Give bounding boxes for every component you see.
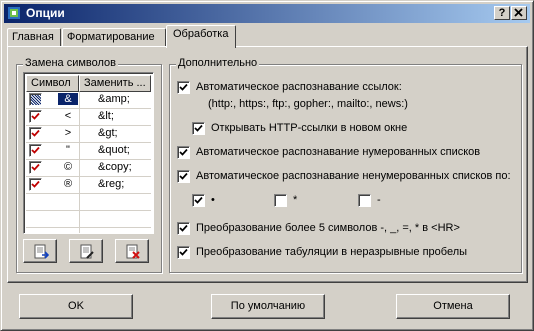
symbol-cell: < [64, 110, 72, 122]
tab-formatting[interactable]: Форматирование [62, 28, 166, 47]
list-item[interactable]: > &gt; [26, 126, 152, 142]
tab-conversion-checkbox[interactable] [177, 246, 190, 259]
hr-conversion-label: Преобразование более 5 символов -, _, =,… [196, 222, 460, 234]
tab-processing[interactable]: Обработка [166, 25, 236, 48]
auto-links-checkbox[interactable] [177, 81, 190, 94]
symbol-cell: > [64, 127, 72, 139]
row-checkbox[interactable] [29, 178, 42, 191]
open-http-checkbox[interactable] [192, 122, 205, 135]
open-http-label: Открывать HTTP-ссылки в новом окне [211, 122, 408, 134]
unnumbered-lists-checkbox[interactable] [177, 170, 190, 183]
bullet-dash-label: - [377, 194, 381, 206]
auto-links-label: Автоматическое распознавание ссылок: [196, 81, 402, 93]
check-icon [31, 112, 40, 120]
check-icon [31, 163, 40, 171]
symbol-group-title: Замена символов [23, 57, 118, 69]
hr-conversion-checkbox[interactable] [177, 222, 190, 235]
row-checkbox[interactable] [29, 144, 42, 157]
check-icon [179, 148, 188, 156]
bullet-star-label: * [293, 194, 298, 206]
auto-links-note-text: (http:, https:, ftp:, gopher:, mailto:, … [208, 98, 408, 110]
delete-icon [126, 244, 140, 259]
tab-main[interactable]: Главная [7, 28, 61, 47]
list-item[interactable]: < &lt; [26, 109, 152, 125]
check-icon [179, 172, 188, 180]
check-icon [194, 124, 203, 132]
list-item[interactable]: & &amp; [26, 92, 152, 108]
row-checkbox[interactable] [29, 110, 42, 123]
app-icon [8, 7, 20, 19]
row-checkbox[interactable] [29, 93, 42, 106]
options-dialog: Опции ? Главная Форматирование Обработка… [0, 0, 534, 331]
ok-button[interactable]: OK [19, 294, 133, 319]
symbol-cell: " [66, 144, 70, 156]
replace-cell: &amp; [98, 93, 130, 105]
unnumbered-lists-label: Автоматическое распознавание ненумерован… [196, 170, 511, 182]
symbol-cell: & [58, 93, 78, 105]
add-symbol-button[interactable] [23, 239, 57, 263]
bullet-star-checkbox[interactable] [274, 194, 287, 207]
list-item[interactable]: © &copy; [26, 160, 152, 176]
row-checkbox[interactable] [29, 127, 42, 140]
additional-group: Дополнительно [169, 57, 522, 273]
check-icon [179, 224, 188, 232]
symbol-cell: © [63, 161, 73, 173]
window-title: Опции [26, 6, 65, 20]
replace-cell: &copy; [98, 161, 132, 173]
replace-cell: &quot; [98, 144, 130, 156]
defaults-button[interactable]: По умолчанию [211, 294, 325, 319]
list-item[interactable]: " &quot; [26, 143, 152, 159]
edit-symbol-button[interactable] [69, 239, 103, 263]
replace-cell: &gt; [98, 127, 118, 139]
help-button[interactable]: ? [494, 6, 510, 20]
additional-group-title: Дополнительно [176, 57, 260, 69]
list-item[interactable]: ® &reg; [26, 177, 152, 193]
replace-cell: &lt; [98, 110, 114, 122]
cancel-button[interactable]: Отмена [396, 294, 510, 319]
edit-icon [80, 244, 94, 259]
tab-conversion-label: Преобразование табуляции в неразрывные п… [196, 246, 468, 258]
check-icon [31, 146, 40, 154]
replace-cell: &reg; [98, 178, 125, 190]
numbered-lists-label: Автоматическое распознавание нумерованны… [196, 146, 481, 158]
row-checkbox[interactable] [29, 161, 42, 174]
numbered-lists-checkbox[interactable] [177, 146, 190, 159]
close-icon [514, 8, 523, 17]
close-button[interactable] [511, 6, 527, 20]
add-icon [34, 244, 49, 259]
symbol-list[interactable]: Символ Заменить ... & &amp; < &lt; > &gt; " &qu… [23, 72, 154, 245]
bullet-dot-label: • [211, 194, 215, 206]
symbol-cell: ® [63, 178, 73, 190]
delete-symbol-button[interactable] [115, 239, 149, 263]
bullet-dot-checkbox[interactable] [192, 194, 205, 207]
title-bar[interactable]: Опции ? [4, 4, 530, 23]
check-icon [31, 180, 40, 188]
check-icon [179, 248, 188, 256]
column-header-replace[interactable]: Заменить ... [79, 75, 151, 92]
check-icon [194, 196, 203, 204]
bullet-dash-checkbox[interactable] [358, 194, 371, 207]
column-header-symbol[interactable]: Символ [26, 75, 79, 92]
check-icon [31, 129, 40, 137]
check-icon [179, 83, 188, 91]
